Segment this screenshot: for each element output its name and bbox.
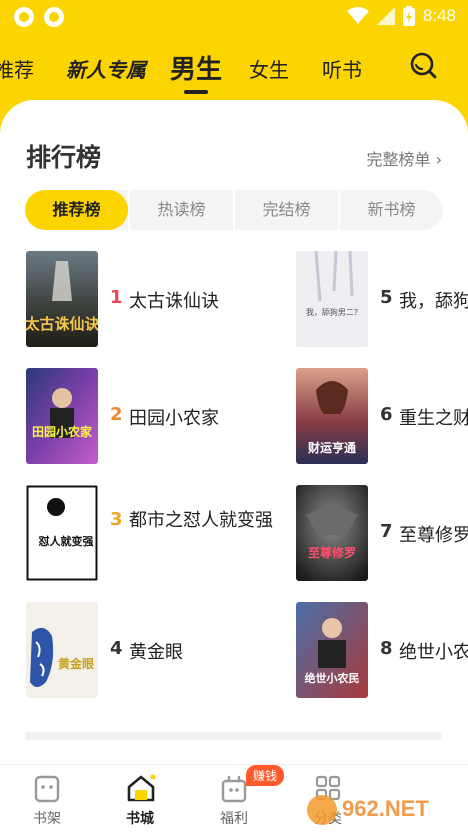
chevron-right-icon: › bbox=[435, 150, 442, 169]
watermark-logo: 962.NET bbox=[307, 795, 429, 825]
book-item-6[interactable]: 财运亨通 6 重生之财 bbox=[296, 368, 468, 464]
cover-title: 至尊修罗 bbox=[308, 545, 356, 560]
section-divider bbox=[25, 732, 443, 740]
book-item-2[interactable]: 田园小农家 2 田园小农家 bbox=[26, 368, 266, 464]
book-title: 至尊修罗 bbox=[399, 525, 468, 546]
gift-icon bbox=[221, 775, 247, 803]
cover-title: 田园小农家 bbox=[32, 424, 93, 439]
book-cover: 我，舔狗男二? bbox=[296, 251, 368, 347]
app-notification-icon bbox=[44, 7, 64, 27]
tab-audiobook[interactable]: 听书 bbox=[322, 54, 362, 83]
ranking-panel: 排行榜 完整榜单 › 推荐榜 热读榜 完结榜 新书榜 太古诛仙诀 1 太古诛仙诀… bbox=[0, 100, 468, 764]
full-ranking-label: 完整榜单 bbox=[366, 150, 431, 169]
book-item-5[interactable]: 我，舔狗男二? 5 我，舔狗 bbox=[296, 251, 468, 347]
nav-label: 书城 bbox=[126, 811, 154, 827]
book-title: 我，舔狗 bbox=[399, 291, 468, 312]
active-tab-indicator bbox=[184, 90, 208, 94]
rank-number: 1 bbox=[110, 287, 123, 308]
bookstore-home-icon bbox=[127, 774, 156, 802]
book-cover: 至尊修罗 bbox=[296, 485, 368, 581]
tab-female[interactable]: 女生 bbox=[249, 54, 289, 83]
book-item-7[interactable]: 至尊修罗 7 至尊修罗 bbox=[296, 485, 468, 581]
book-item-4[interactable]: 黄金眼 4 黄金眼 bbox=[26, 602, 266, 698]
book-title: 重生之财 bbox=[399, 408, 468, 429]
tab-newcomer[interactable]: 新人专属 bbox=[66, 54, 146, 83]
book-cover: 绝世小农民 bbox=[296, 602, 368, 698]
cover-title: 我，舔狗男二? bbox=[306, 307, 358, 317]
filter-new[interactable]: 新书榜 bbox=[338, 190, 443, 230]
book-item-3[interactable]: 怼人就变强 3 都市之怼人就变强 bbox=[26, 485, 273, 581]
ranking-filter-tabs: 推荐榜 热读榜 完结榜 新书榜 bbox=[25, 190, 443, 230]
book-item-8[interactable]: 绝世小农民 8 绝世小农 bbox=[296, 602, 468, 698]
rank-number: 3 bbox=[110, 509, 123, 530]
notification-icons bbox=[14, 7, 64, 27]
battery-icon bbox=[402, 6, 415, 26]
rank-number: 8 bbox=[380, 638, 393, 659]
cover-title: 绝世小农民 bbox=[305, 671, 360, 685]
nav-bookstore[interactable]: 书城 bbox=[100, 765, 180, 832]
tab-male[interactable]: 男生 bbox=[170, 49, 222, 86]
book-item-1[interactable]: 太古诛仙诀 1 太古诛仙诀 bbox=[26, 251, 266, 347]
nav-label: 福利 bbox=[220, 811, 248, 827]
rank-number: 5 bbox=[380, 287, 393, 308]
status-time: 8:48 bbox=[422, 6, 456, 25]
wifi-icon bbox=[346, 7, 369, 24]
book-cover: 田园小农家 bbox=[26, 368, 98, 464]
book-title: 黄金眼 bbox=[129, 642, 183, 663]
signal-icon bbox=[376, 7, 395, 25]
book-title: 都市之怼人就变强 bbox=[129, 510, 273, 531]
filter-recommend[interactable]: 推荐榜 bbox=[25, 190, 128, 230]
rank-number: 6 bbox=[380, 404, 393, 425]
svg-text:962.NET: 962.NET bbox=[342, 796, 429, 821]
ranking-title: 排行榜 bbox=[26, 143, 102, 172]
nav-label: 书架 bbox=[33, 811, 61, 827]
nav-bookshelf[interactable]: 书架 bbox=[7, 765, 87, 832]
tab-recommend[interactable]: 推荐 bbox=[0, 54, 34, 83]
cover-title: 怼人就变强 bbox=[39, 534, 94, 548]
search-icon[interactable] bbox=[408, 50, 438, 80]
full-ranking-link[interactable]: 完整榜单 › bbox=[366, 146, 442, 170]
book-cover: 财运亨通 bbox=[296, 368, 368, 464]
filter-finished[interactable]: 完结榜 bbox=[233, 190, 338, 230]
bottom-nav: 书架 书城 福利 赚钱 分类 962.NET bbox=[0, 764, 468, 832]
book-title: 太古诛仙诀 bbox=[129, 291, 219, 312]
rank-number: 4 bbox=[110, 638, 123, 659]
top-tab-bar: 推荐 新人专属 男生 女生 听书 bbox=[0, 46, 468, 94]
book-cover: 怼人就变强 bbox=[26, 485, 98, 581]
cover-title: 财运亨通 bbox=[307, 440, 356, 455]
status-bar: 8:48 bbox=[0, 0, 468, 34]
rank-number: 7 bbox=[380, 521, 393, 542]
book-cover: 太古诛仙诀 bbox=[26, 251, 98, 347]
earn-money-badge: 赚钱 bbox=[246, 765, 285, 786]
cover-title: 太古诛仙诀 bbox=[26, 315, 98, 333]
rank-number: 2 bbox=[110, 404, 123, 425]
filter-hot[interactable]: 热读榜 bbox=[128, 190, 233, 230]
app-notification-icon bbox=[14, 7, 34, 27]
bookshelf-icon bbox=[34, 775, 60, 803]
cover-title: 黄金眼 bbox=[58, 656, 94, 671]
book-cover: 黄金眼 bbox=[26, 602, 98, 698]
book-title: 绝世小农 bbox=[399, 642, 468, 663]
book-title: 田园小农家 bbox=[129, 408, 219, 429]
